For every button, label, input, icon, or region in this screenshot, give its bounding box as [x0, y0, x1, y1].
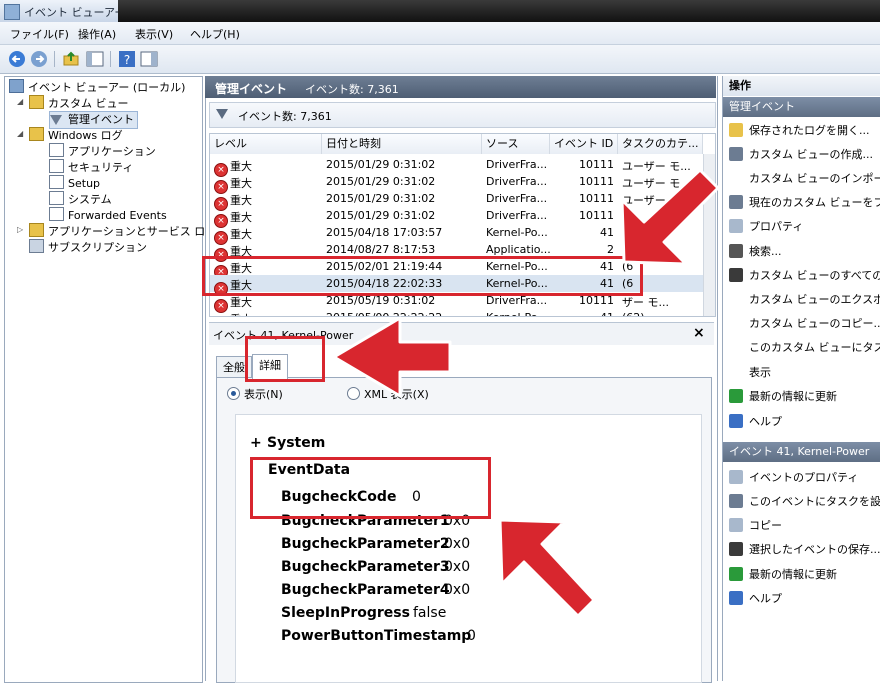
arrow-to-details-tab-icon	[332, 316, 452, 398]
annotation-arrows	[332, 168, 720, 618]
arrow-to-eventdata-icon	[498, 518, 596, 618]
arrow-to-rows-icon	[620, 168, 720, 266]
tab-details[interactable]: 詳細	[252, 354, 288, 379]
